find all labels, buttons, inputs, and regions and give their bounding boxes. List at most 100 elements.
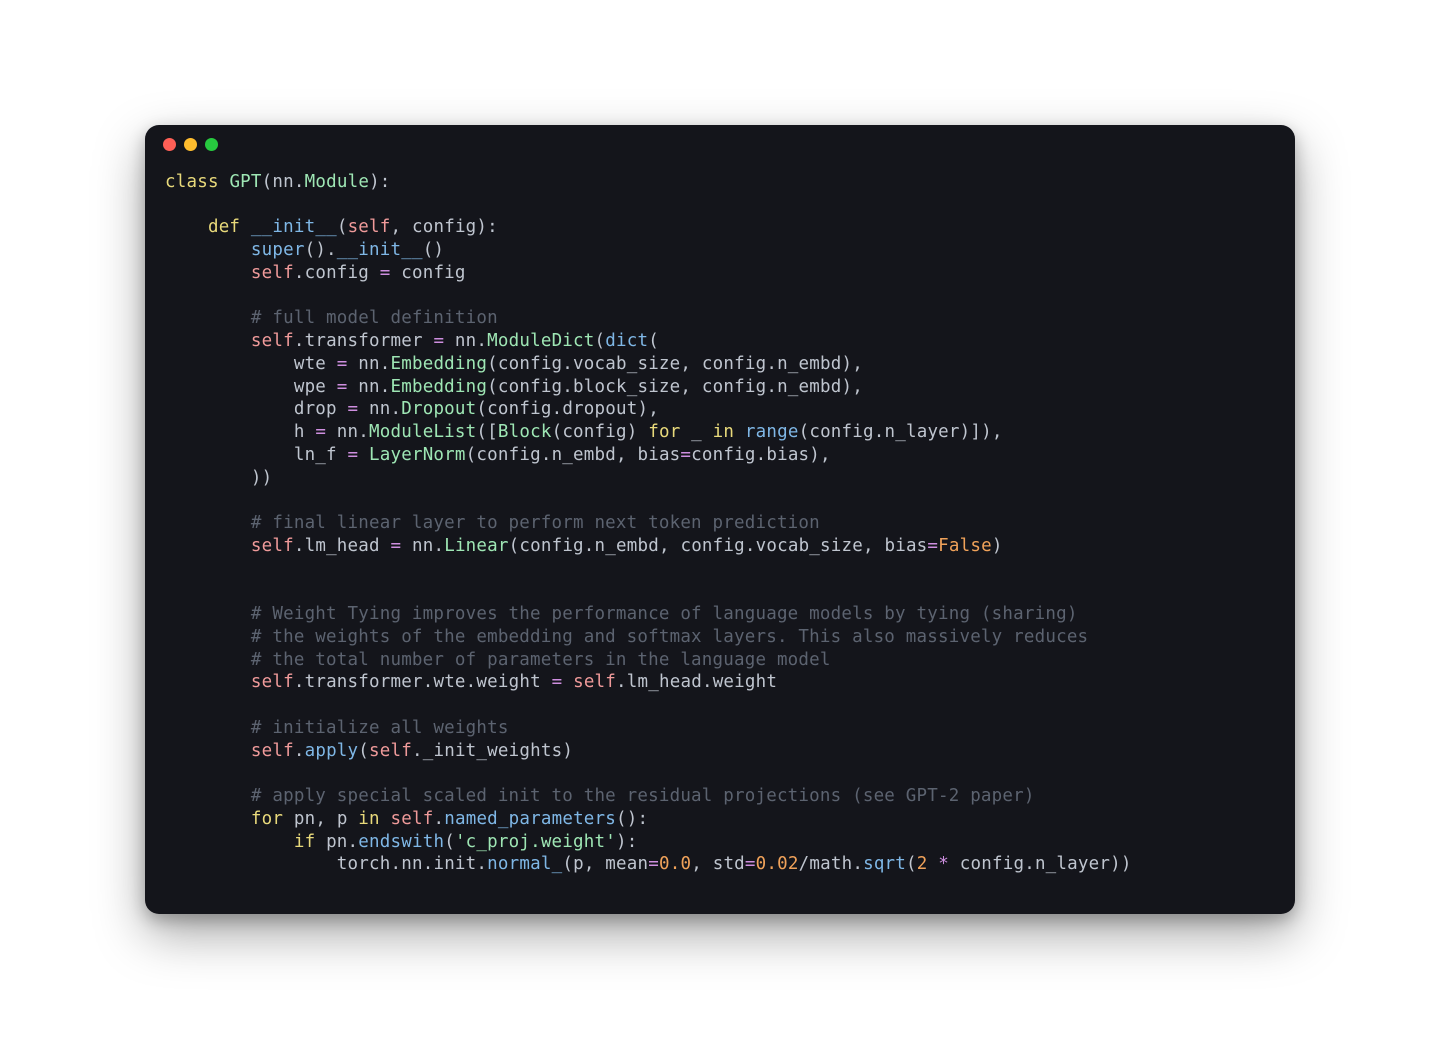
code-token: ,	[315, 809, 336, 829]
code-token: # the weights of the embedding and softm…	[251, 627, 1088, 647]
code-token	[165, 240, 251, 260]
minimize-icon[interactable]	[184, 138, 197, 151]
code-token: super	[251, 240, 305, 260]
code-token: Block	[498, 422, 552, 442]
code-token: config	[412, 217, 476, 237]
code-token: nn	[444, 331, 476, 351]
code-token: ,	[691, 854, 712, 874]
code-token	[928, 854, 939, 874]
code-token: .	[616, 672, 627, 692]
code-token: =	[348, 399, 359, 419]
code-token: ,	[616, 445, 637, 465]
code-token: =	[745, 854, 756, 874]
zoom-icon[interactable]	[205, 138, 218, 151]
code-token: __init__	[251, 217, 337, 237]
code-token	[165, 513, 251, 533]
code-token: .	[423, 672, 434, 692]
code-token: ():	[616, 809, 648, 829]
code-token: (	[648, 331, 659, 351]
code-token: vocab_size	[573, 354, 680, 374]
code-token: .	[852, 854, 863, 874]
code-token: self	[251, 263, 294, 283]
code-token: ,	[680, 377, 701, 397]
code-token: )]),	[960, 422, 1003, 442]
code-token: self	[369, 741, 412, 761]
code-token	[165, 468, 251, 488]
code-token: ,	[863, 536, 884, 556]
code-token: LayerNorm	[369, 445, 466, 465]
code-token: weight	[713, 672, 777, 692]
code-token: config	[305, 263, 380, 283]
code-window: class GPT(nn.Module): def __init__(self,…	[145, 125, 1295, 914]
code-token: ,	[391, 217, 412, 237]
code-token: .	[433, 809, 444, 829]
code-token: wpe	[165, 377, 337, 397]
code-token: .	[466, 672, 477, 692]
code-token: p	[337, 809, 358, 829]
code-token: config	[949, 854, 1024, 874]
code-token: for	[648, 422, 680, 442]
code-token: =	[337, 354, 348, 374]
code-token: .	[766, 354, 777, 374]
code-token: # apply special scaled init to the resid…	[251, 786, 1035, 806]
code-token	[165, 263, 251, 283]
code-token: nn	[358, 399, 390, 419]
code-token: wte	[433, 672, 465, 692]
code-token: for	[251, 809, 283, 829]
code-token: )	[992, 536, 1003, 556]
code-token: pn	[283, 809, 315, 829]
code-token: =	[315, 422, 326, 442]
code-token: config	[498, 354, 562, 374]
code-token: bias	[766, 445, 809, 465]
code-token: (	[509, 536, 520, 556]
code-token: config	[476, 445, 540, 465]
code-token: p	[573, 854, 584, 874]
code-token	[165, 786, 251, 806]
code-token: config	[680, 536, 744, 556]
code-token: config	[702, 377, 766, 397]
code-token: # initialize all weights	[251, 718, 509, 738]
code-token: .	[294, 263, 305, 283]
code-token: ):	[616, 832, 637, 852]
code-token: (	[552, 422, 563, 442]
code-token: ),	[637, 399, 658, 419]
code-token: ),	[809, 445, 830, 465]
code-token: =	[390, 536, 401, 556]
close-icon[interactable]	[163, 138, 176, 151]
code-token: lm_head	[305, 536, 391, 556]
code-token: (	[799, 422, 810, 442]
code-token: wte	[165, 354, 337, 374]
code-token: mean	[605, 854, 648, 874]
code-token: /	[799, 854, 810, 874]
code-token: nn	[272, 172, 293, 192]
code-token: *	[938, 854, 949, 874]
code-token: .	[423, 854, 434, 874]
code-token: .	[756, 445, 767, 465]
code-token: GPT	[229, 172, 261, 192]
code-token: h	[165, 422, 315, 442]
code-token: in	[358, 809, 379, 829]
code-token	[734, 422, 745, 442]
code-token: =	[680, 445, 691, 465]
code-token: transformer	[305, 331, 434, 351]
code-token: .	[766, 377, 777, 397]
code-token: class	[165, 172, 219, 192]
code-token: ):	[476, 217, 497, 237]
code-token: vocab_size	[756, 536, 863, 556]
code-token: n_embd	[777, 354, 841, 374]
code-token: 0.0	[659, 854, 691, 874]
code-token: =	[648, 854, 659, 874]
code-token: (	[562, 854, 573, 874]
code-token: ))	[251, 468, 272, 488]
code-token: ),	[841, 377, 862, 397]
code-token: (	[358, 741, 369, 761]
code-token: (	[906, 854, 917, 874]
code-token: _init_weights	[423, 741, 563, 761]
code-token: self	[251, 672, 294, 692]
code-token	[562, 672, 573, 692]
code-token: (	[476, 399, 487, 419]
code-token: # final linear layer to perform next tok…	[251, 513, 820, 533]
code-token: Linear	[444, 536, 508, 556]
code-token: .	[358, 422, 369, 442]
code-token	[165, 718, 251, 738]
